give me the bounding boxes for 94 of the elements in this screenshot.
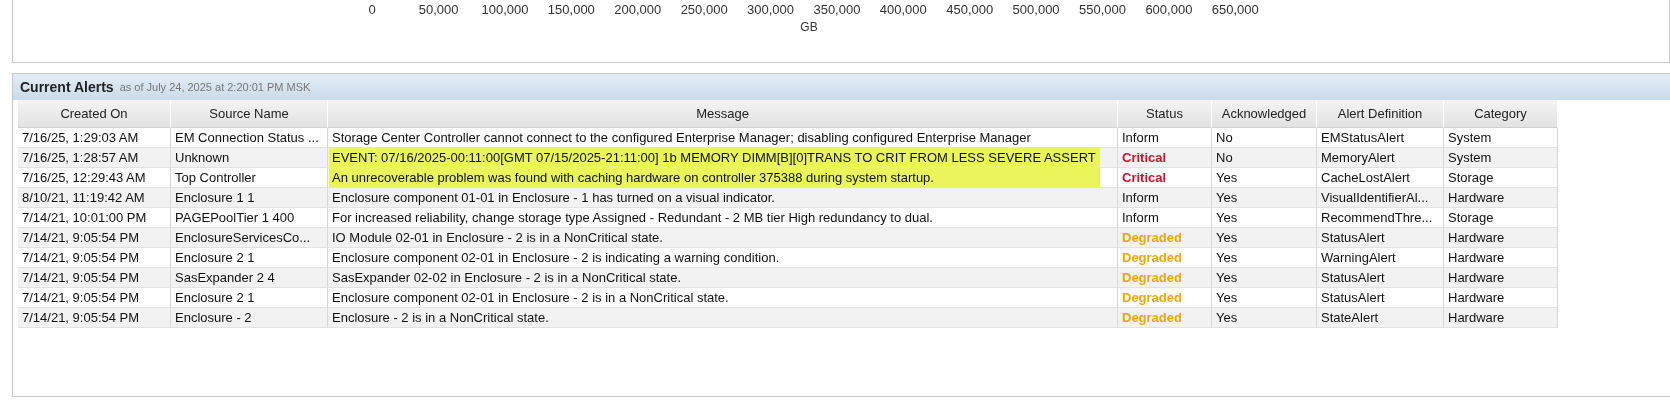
table-cell: Yes <box>1212 228 1317 248</box>
column-header[interactable]: Alert Definition <box>1317 100 1444 128</box>
table-cell: Yes <box>1212 268 1317 288</box>
axis-tick-label: 500,000 <box>1011 2 1061 17</box>
table-cell: 7/16/25, 1:28:57 AM <box>18 148 171 168</box>
table-cell-text: Storage Center Controller cannot connect to the configured Enterprise Manager; disabling configured Enterprise Manager <box>331 129 1032 147</box>
axis-tick-label: 300,000 <box>746 2 796 17</box>
table-cell-text: SasExpander 02-02 in Enclosure - 2 is in a NonCritical state. <box>331 269 682 287</box>
axis-tick-label: 50,000 <box>417 2 460 17</box>
axis-tick-label: 200,000 <box>613 2 663 17</box>
table-cell: Yes <box>1212 248 1317 268</box>
table-cell: An unrecoverable problem was found with caching hardware on controller 375388 during system startup. <box>329 168 1100 187</box>
column-header[interactable]: Category <box>1444 100 1558 128</box>
column-header[interactable]: Status <box>1118 100 1212 128</box>
axis-tick-label: 150,000 <box>546 2 596 17</box>
table-cell: No <box>1212 128 1317 148</box>
status-cell: Degraded <box>1118 308 1212 328</box>
table-cell: Storage <box>1444 168 1558 188</box>
axis-tick-label: 250,000 <box>679 2 729 17</box>
table-cell-text: Enclosure component 02-01 in Enclosure - 2 is indicating a warning condition. <box>331 249 781 267</box>
status-cell: Inform <box>1118 208 1212 228</box>
table-cell: SasExpander 2 4 <box>171 268 328 288</box>
column-header[interactable]: Source Name <box>171 100 328 128</box>
table-cell: 7/14/21, 9:05:54 PM <box>18 268 171 288</box>
table-cell: VisualIdentifierAl... <box>1317 188 1444 208</box>
status-cell: Critical <box>1118 148 1212 168</box>
axis-tick-label: 0 <box>367 2 377 17</box>
panel-title: Current Alerts <box>20 79 114 95</box>
axis-tick-label: 650,000 <box>1210 2 1260 17</box>
table-cell: Hardware <box>1444 228 1558 248</box>
table-cell: StateAlert <box>1317 308 1444 328</box>
table-cell: System <box>1444 148 1558 168</box>
status-cell: Critical <box>1118 168 1212 188</box>
table-cell: StatusAlert <box>1317 228 1444 248</box>
table-cell: 7/14/21, 10:01:00 PM <box>18 208 171 228</box>
table-cell: MemoryAlert <box>1317 148 1444 168</box>
table-cell: EnclosureServicesCo... <box>171 228 328 248</box>
axis-tick-label: 100,000 <box>480 2 530 17</box>
status-cell: Degraded <box>1118 268 1212 288</box>
table-cell-text: Enclosure component 02-01 in Enclosure - 2 is in a NonCritical state. <box>331 289 730 307</box>
table-cell: CacheLostAlert <box>1317 168 1444 188</box>
axis-tick-label: 600,000 <box>1144 2 1194 17</box>
table-cell: Enclosure 2 1 <box>171 288 328 308</box>
table-cell: Yes <box>1212 308 1317 328</box>
table-cell: Yes <box>1212 288 1317 308</box>
table-cell: Yes <box>1212 208 1317 228</box>
table-cell: WarningAlert <box>1317 248 1444 268</box>
axis-title: GB <box>799 20 819 34</box>
status-cell: Inform <box>1118 188 1212 208</box>
table-cell: 8/10/21, 11:19:42 AM <box>18 188 171 208</box>
axis-tick-label: 550,000 <box>1078 2 1127 17</box>
table-cell: EM Connection Status ... <box>171 128 328 148</box>
table-cell: Hardware <box>1444 268 1558 288</box>
table-cell: No <box>1212 148 1317 168</box>
table-cell: 7/16/25, 12:29:43 AM <box>18 168 171 188</box>
table-cell: StatusAlert <box>1317 268 1444 288</box>
table-cell-text: Enclosure - 2 is in a NonCritical state. <box>331 309 550 327</box>
table-cell: Enclosure - 2 <box>171 308 328 328</box>
status-cell: Degraded <box>1118 248 1212 268</box>
table-cell: Enclosure 1 1 <box>171 188 328 208</box>
status-cell: Inform <box>1118 128 1212 148</box>
table-cell: RecommendThre... <box>1317 208 1444 228</box>
table-cell: Hardware <box>1444 308 1558 328</box>
timestamp: as of July 24, 2025 at 2:20:01 PM MSK <box>119 81 311 93</box>
axis-tick-label: 450,000 <box>945 2 995 17</box>
table-cell: Storage <box>1444 208 1558 228</box>
status-cell: Degraded <box>1118 228 1212 248</box>
table-cell-text: IO Module 02-01 in Enclosure - 2 is in a NonCritical state. <box>331 229 664 247</box>
status-cell: Degraded <box>1118 288 1212 308</box>
table-cell: 7/14/21, 9:05:54 PM <box>18 288 171 308</box>
table-cell: Top Controller <box>171 168 328 188</box>
table-cell: Enclosure 2 1 <box>171 248 328 268</box>
table-cell: Hardware <box>1444 248 1558 268</box>
table-cell: System <box>1444 128 1558 148</box>
table-cell: EMStatusAlert <box>1317 128 1444 148</box>
table-cell: Yes <box>1212 168 1317 188</box>
table-cell-text: For increased reliability, change storage type Assigned - Redundant - 2 MB tier High redundancy to dual. <box>331 209 934 227</box>
axis-tick-label: 400,000 <box>878 2 928 17</box>
table-cell: EVENT: 07/16/2025-00:11:00[GMT 07/15/2025-21:11:00] 1b MEMORY DIMM[B][0]TRANS TO CRIT FROM LESS SEVERE ASSERT <box>329 148 1100 167</box>
table-cell: StatusAlert <box>1317 288 1444 308</box>
table-cell: 7/14/21, 9:05:54 PM <box>18 248 171 268</box>
table-cell: Hardware <box>1444 188 1558 208</box>
table-cell: PAGEPoolTier 1 400 <box>171 208 328 228</box>
table-cell: 7/14/21, 9:05:54 PM <box>18 308 171 328</box>
column-header[interactable]: Acknowledged <box>1212 100 1317 128</box>
table-cell: Unknown <box>171 148 328 168</box>
axis-tick-label: 350,000 <box>812 2 862 17</box>
table-cell-text: Enclosure component 01-01 in Enclosure - 1 has turned on a visual indicator. <box>331 189 776 207</box>
table-cell: 7/14/21, 9:05:54 PM <box>18 228 171 248</box>
table-cell: Yes <box>1212 188 1317 208</box>
column-header[interactable]: Message <box>328 100 1118 128</box>
column-header[interactable]: Created On <box>18 100 171 128</box>
table-cell: 7/16/25, 1:29:03 AM <box>18 128 171 148</box>
table-cell: Hardware <box>1444 288 1558 308</box>
